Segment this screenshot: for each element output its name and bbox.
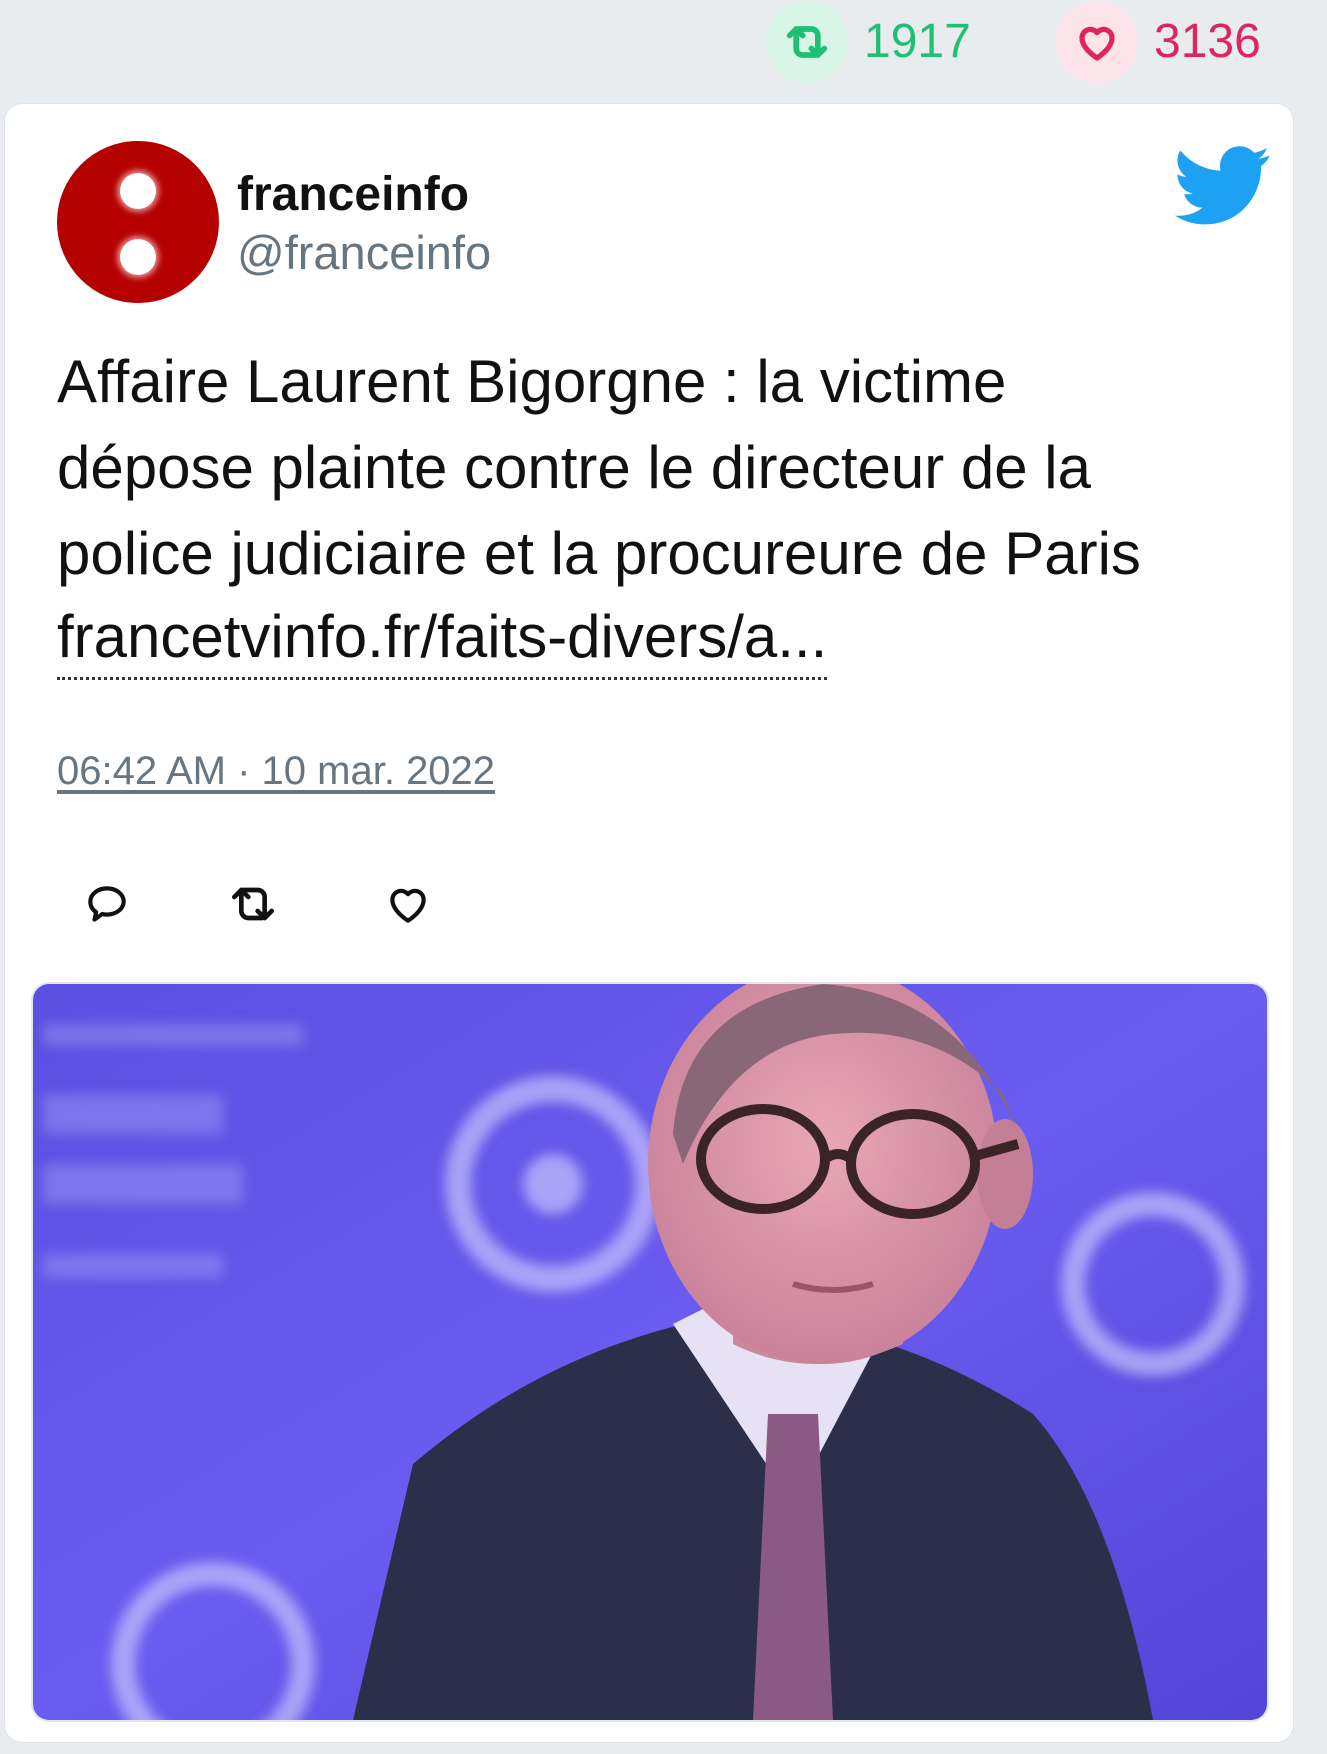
- heart-icon: [1056, 1, 1138, 83]
- reply-button[interactable]: [77, 874, 137, 934]
- like-count-stat: 3136: [1056, 0, 1261, 84]
- twitter-bird-icon[interactable]: [1175, 146, 1271, 226]
- tweet-text: Affaire Laurent Bigorgne : la victime dé…: [57, 339, 1277, 680]
- tweet-card: franceinfo @franceinfo Affaire Laurent B…: [4, 103, 1294, 1743]
- tweet-text-line: dépose plainte contre le directeur de la: [57, 434, 1092, 501]
- tweet-timestamp[interactable]: 06:42 AM · 10 mar. 2022: [57, 749, 495, 794]
- avatar-dot: [120, 173, 156, 209]
- retweet-icon: [766, 1, 848, 83]
- author-name[interactable]: franceinfo: [237, 166, 469, 224]
- tweet-text-line: Affaire Laurent Bigorgne : la victime: [57, 348, 1007, 415]
- tweet-media-image[interactable]: [31, 982, 1269, 1722]
- retweet-icon: [232, 887, 274, 921]
- like-button[interactable]: [378, 874, 438, 934]
- author-handle[interactable]: @franceinfo: [237, 225, 491, 281]
- tweet-link[interactable]: francetvinfo.fr/faits-divers/a...: [57, 597, 828, 680]
- retweet-count: 1917: [864, 15, 971, 68]
- engagement-stats: 1917 3136: [0, 0, 1327, 96]
- retweet-button[interactable]: [223, 874, 283, 934]
- reply-icon: [88, 886, 126, 922]
- retweet-count-stat: 1917: [766, 0, 971, 84]
- like-count: 3136: [1154, 15, 1261, 68]
- tweet-text-line: police judiciaire et la procureure de Pa…: [57, 520, 1141, 587]
- avatar[interactable]: [57, 141, 219, 303]
- avatar-dot: [120, 239, 156, 275]
- heart-icon: [390, 888, 426, 923]
